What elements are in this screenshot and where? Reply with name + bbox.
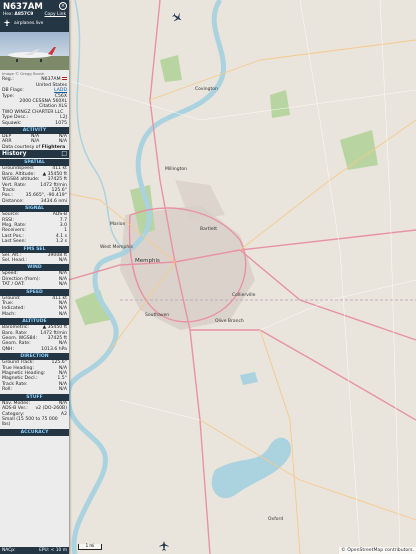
spatial-row: Distance: 3434.6 nmi xyxy=(0,199,69,204)
fms-field-value: N/A xyxy=(58,257,67,263)
altitude-field-label: QNH: xyxy=(2,346,15,352)
copy-link-button[interactable]: Copy Link xyxy=(44,12,66,18)
wind-row: TAT / OAT: N/A xyxy=(0,282,69,287)
city-label-oxford: Oxford xyxy=(268,516,283,522)
history-label: History xyxy=(2,150,27,158)
accuracy-bar: NACp: EPU: < 10 m xyxy=(0,547,69,554)
direction-field-label: Roll: xyxy=(2,387,12,393)
squawk-label: Squawk: xyxy=(2,120,22,126)
courtesy-source: Flightera xyxy=(41,144,66,150)
reg-label: Reg.: xyxy=(2,77,14,83)
airplane-logo-icon xyxy=(3,19,11,28)
courtesy-text: Data courtesy of xyxy=(2,144,41,150)
city-label-bartlett: Bartlett xyxy=(200,226,217,232)
city-label-collierville: Collierville xyxy=(232,292,256,298)
spatial-field-label: Distance: xyxy=(2,198,24,204)
epu-value: EPU: < 10 m xyxy=(39,548,67,553)
direction-field-value: N/A xyxy=(58,387,67,393)
signal-field-label: Last Seen: xyxy=(2,239,27,245)
section-accuracy: ACCURACY xyxy=(0,428,69,436)
map-scale-bar: 1 mi xyxy=(78,544,102,550)
us-flag-icon xyxy=(62,77,67,81)
section-fms: FMS SEL xyxy=(0,245,69,253)
speed-row: Mach: N/A xyxy=(0,312,69,317)
speed-field-value: N/A xyxy=(58,311,67,317)
type-label: Type: xyxy=(2,93,15,99)
city-label-southaven: Southaven xyxy=(145,312,169,318)
altitude-row: QNH: 1013.6 hPa xyxy=(0,347,69,352)
wind-field-label: TAT / OAT: xyxy=(2,282,25,288)
hex-code: A857C9 xyxy=(14,12,34,17)
section-speed: SPEED xyxy=(0,288,69,296)
altitude-field-value: 1013.6 hPa xyxy=(41,346,67,352)
city-label-memphis: Memphis xyxy=(135,258,160,264)
fms-field-label: Sel. Head.: xyxy=(2,257,27,263)
category-description: Small (15 500 to 75 000 lbs) xyxy=(2,416,58,428)
section-activity: ACTIVITY xyxy=(0,127,69,135)
stuff-field-value: A2 xyxy=(60,411,67,417)
type-full: 2000 CESSNA 560XL Citation XLS xyxy=(19,99,67,110)
map-attribution: © OpenStreetMap contributors. xyxy=(339,547,416,554)
spatial-field-value: 3434.6 nmi xyxy=(40,198,67,204)
speed-field-label: Mach: xyxy=(2,311,16,317)
site-name: airplanes.live xyxy=(14,21,44,26)
squawk: 1075 xyxy=(55,120,67,126)
panel-header: N637AM × Hex: A857C9 Copy Link airplanes… xyxy=(0,0,69,32)
city-label-west-memphis: West Memphis xyxy=(100,244,133,250)
city-label-covington: Covington xyxy=(195,86,218,92)
aircraft-info-panel: N637AM × Hex: A857C9 Copy Link airplanes… xyxy=(0,0,69,554)
aircraft-photo[interactable] xyxy=(0,32,69,70)
callsign: N637AM xyxy=(3,2,43,12)
registration: N637AM xyxy=(41,77,61,83)
aircraft-photo-jet xyxy=(8,47,56,62)
close-icon[interactable]: × xyxy=(59,2,67,10)
fms-row: Sel. Head.: N/A xyxy=(0,258,69,263)
checkbox-icon[interactable]: □ xyxy=(61,150,67,158)
city-label-millington: Millington xyxy=(165,166,187,172)
nacp-label: NACp: xyxy=(2,548,16,553)
detail-sections: SPATIAL Groundspeed: 411 kt Baro. Altitude:… xyxy=(0,159,69,436)
wind-field-value: N/A xyxy=(58,282,67,288)
direction-row: Roll: N/A xyxy=(0,387,69,392)
signal-row: Last Seen: 1.2 s xyxy=(0,239,69,244)
signal-field-value: 1.2 s xyxy=(55,239,67,245)
history-toggle[interactable]: History □ xyxy=(0,150,69,159)
city-label-marion: Marion xyxy=(110,221,125,227)
section-stuff: STUFF xyxy=(0,393,69,401)
hex-label: Hex: xyxy=(3,12,14,17)
city-label-olive-branch: Olive Branch xyxy=(215,318,244,324)
